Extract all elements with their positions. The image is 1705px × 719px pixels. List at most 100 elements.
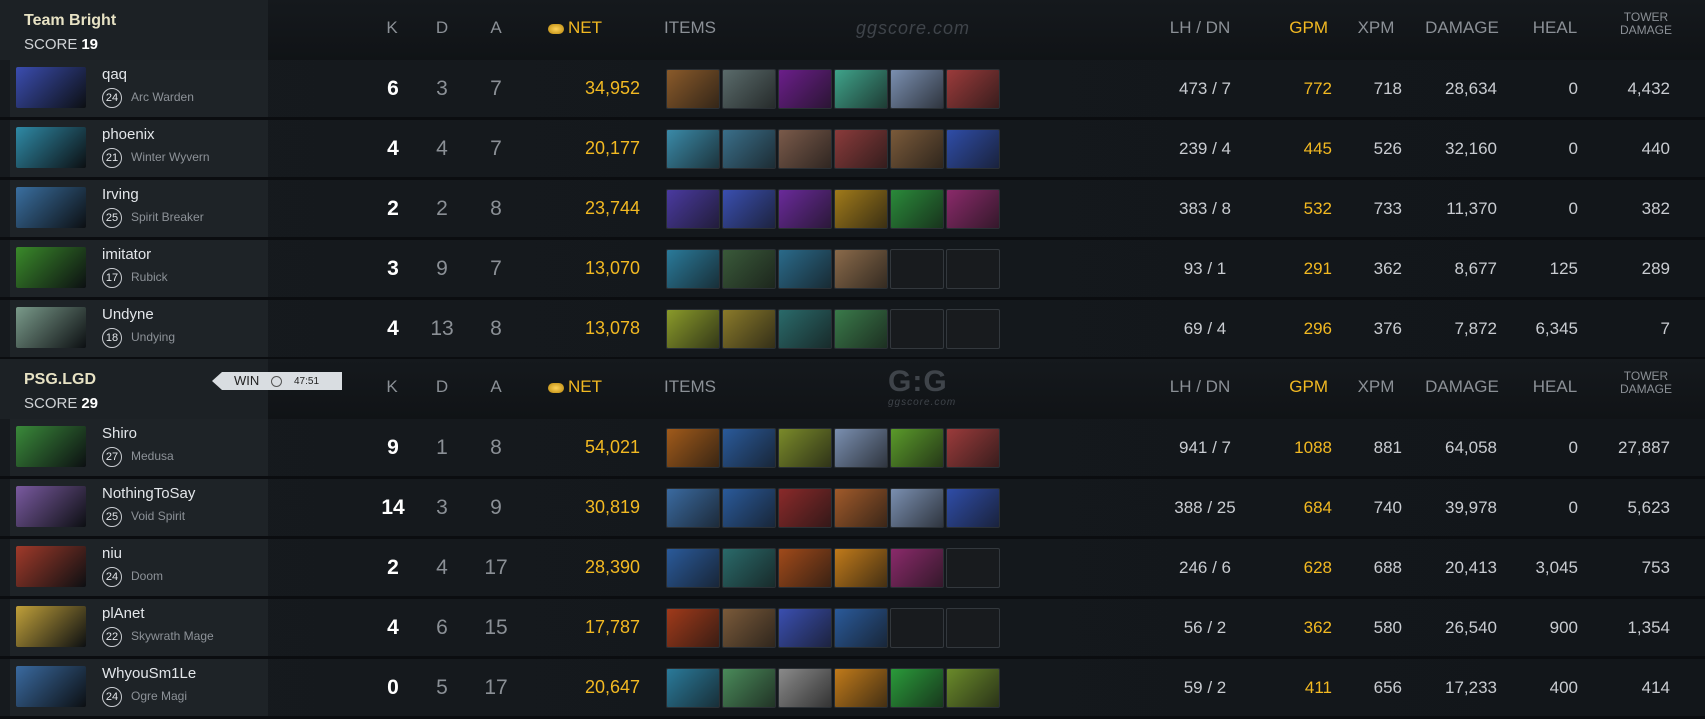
item-icon[interactable] [722, 309, 776, 349]
player-cell[interactable]: plAnet 22 Skywrath Mage [10, 599, 268, 656]
item-icon[interactable] [890, 189, 944, 229]
item-icon[interactable] [722, 668, 776, 708]
item-icon[interactable] [946, 189, 1000, 229]
player-cell[interactable]: WhyouSm1Le 24 Ogre Magi [10, 659, 268, 716]
item-icon[interactable] [722, 428, 776, 468]
item-icon[interactable] [666, 309, 720, 349]
player-cell[interactable]: phoenix 21 Winter Wyvern [10, 120, 268, 177]
item-icon[interactable] [778, 249, 832, 289]
item-icon[interactable] [946, 428, 1000, 468]
item-icon[interactable] [666, 189, 720, 229]
item-icon[interactable] [778, 189, 832, 229]
tower-damage: 414 [1641, 678, 1670, 697]
item-icon[interactable] [834, 428, 888, 468]
item-icon[interactable] [722, 548, 776, 588]
player-name[interactable]: Undyne [102, 306, 154, 323]
item-icon[interactable] [834, 668, 888, 708]
item-icon[interactable] [666, 69, 720, 109]
item-icon[interactable] [946, 668, 1000, 708]
net-worth: 13,070 [584, 258, 640, 278]
deaths: 1 [436, 436, 448, 459]
item-icon[interactable] [666, 249, 720, 289]
player-row[interactable]: imitator 17 Rubick 3 9 7 13,070 93 / 1 291 362 8,6… [0, 240, 1705, 300]
item-icon[interactable] [834, 69, 888, 109]
item-icon[interactable] [722, 69, 776, 109]
player-row[interactable]: niu 24 Doom 2 4 17 28,390 246 / 6 628 688 20,413 3,… [0, 539, 1705, 599]
heal: 3,045 [1535, 558, 1578, 577]
item-icon[interactable] [778, 69, 832, 109]
player-row[interactable]: phoenix 21 Winter Wyvern 4 4 7 20,177 239 / 4 44… [0, 120, 1705, 180]
hero-level: 18 [102, 328, 122, 348]
item-icon[interactable] [834, 309, 888, 349]
player-row[interactable]: Irving 25 Spirit Breaker 2 2 8 23,744 383 / 8 53… [0, 180, 1705, 240]
item-icon[interactable] [778, 428, 832, 468]
player-cell[interactable]: qaq 24 Arc Warden [10, 60, 268, 117]
hero-portrait [16, 187, 86, 228]
player-name[interactable]: imitator [102, 246, 151, 263]
player-row[interactable]: plAnet 22 Skywrath Mage 4 6 15 17,787 56 / 2 362… [0, 599, 1705, 659]
col-heal: HEAL [1532, 377, 1578, 396]
item-icon[interactable] [778, 129, 832, 169]
item-icon[interactable] [834, 608, 888, 648]
item-icon[interactable] [834, 129, 888, 169]
player-cell[interactable]: NothingToSay 25 Void Spirit [10, 479, 268, 536]
item-icon[interactable] [666, 608, 720, 648]
item-icon[interactable] [778, 608, 832, 648]
item-icon[interactable] [722, 129, 776, 169]
item-icon[interactable] [890, 668, 944, 708]
tower-damage: 382 [1641, 199, 1670, 218]
hero-level: 24 [102, 567, 122, 587]
item-icon[interactable] [946, 488, 1000, 528]
item-icon[interactable] [778, 668, 832, 708]
deaths: 9 [436, 257, 448, 280]
player-name[interactable]: plAnet [102, 605, 145, 622]
item-icon[interactable] [722, 488, 776, 528]
team-score: SCORE 29 [24, 395, 98, 412]
net-worth: 23,744 [584, 198, 640, 218]
item-icon[interactable] [834, 189, 888, 229]
item-icon[interactable] [890, 488, 944, 528]
item-icon[interactable] [890, 69, 944, 109]
player-row[interactable]: Undyne 18 Undying 4 13 8 13,078 69 / 4 296 376 7,8… [0, 300, 1705, 360]
item-icon[interactable] [834, 548, 888, 588]
player-row[interactable]: qaq 24 Arc Warden 6 3 7 34,952 473 / 7 772 718 28,… [0, 60, 1705, 120]
player-name[interactable]: NothingToSay [102, 485, 195, 502]
item-icon[interactable] [666, 129, 720, 169]
player-name[interactable]: niu [102, 545, 122, 562]
item-icon[interactable] [890, 428, 944, 468]
item-icon[interactable] [778, 548, 832, 588]
hero-level: 17 [102, 268, 122, 288]
player-cell[interactable]: imitator 17 Rubick [10, 240, 268, 297]
player-name[interactable]: phoenix [102, 126, 155, 143]
item-icon[interactable] [834, 249, 888, 289]
tower-damage: 7 [1660, 319, 1670, 338]
player-row[interactable]: NothingToSay 25 Void Spirit 14 3 9 30,819 388 /… [0, 479, 1705, 539]
item-icon[interactable] [890, 548, 944, 588]
item-icon[interactable] [778, 488, 832, 528]
player-cell[interactable]: Shiro 27 Medusa [10, 419, 268, 476]
item-icon[interactable] [778, 309, 832, 349]
item-icon[interactable] [946, 69, 1000, 109]
player-cell[interactable]: niu 24 Doom [10, 539, 268, 596]
item-icon[interactable] [666, 548, 720, 588]
item-icon[interactable] [666, 668, 720, 708]
item-icon[interactable] [834, 488, 888, 528]
player-cell[interactable]: Irving 25 Spirit Breaker [10, 180, 268, 237]
item-icon[interactable] [722, 249, 776, 289]
player-name[interactable]: Shiro [102, 425, 137, 442]
item-icon[interactable] [890, 129, 944, 169]
player-name[interactable]: WhyouSm1Le [102, 665, 196, 682]
item-icon[interactable] [722, 189, 776, 229]
player-name[interactable]: qaq [102, 66, 127, 83]
item-icon[interactable] [946, 129, 1000, 169]
player-name[interactable]: Irving [102, 186, 139, 203]
player-row[interactable]: Shiro 27 Medusa 9 1 8 54,021 941 / 7 1088 881 64,0… [0, 419, 1705, 479]
player-cell[interactable]: Undyne 18 Undying [10, 300, 268, 357]
item-icon[interactable] [666, 488, 720, 528]
player-row[interactable]: WhyouSm1Le 24 Ogre Magi 0 5 17 20,647 59 / 2 411… [0, 659, 1705, 719]
item-icon[interactable] [666, 428, 720, 468]
col-xpm: XPM [1357, 377, 1395, 396]
hero-level: 21 [102, 148, 122, 168]
item-icon[interactable] [722, 608, 776, 648]
col-items: ITEMS [664, 377, 716, 396]
